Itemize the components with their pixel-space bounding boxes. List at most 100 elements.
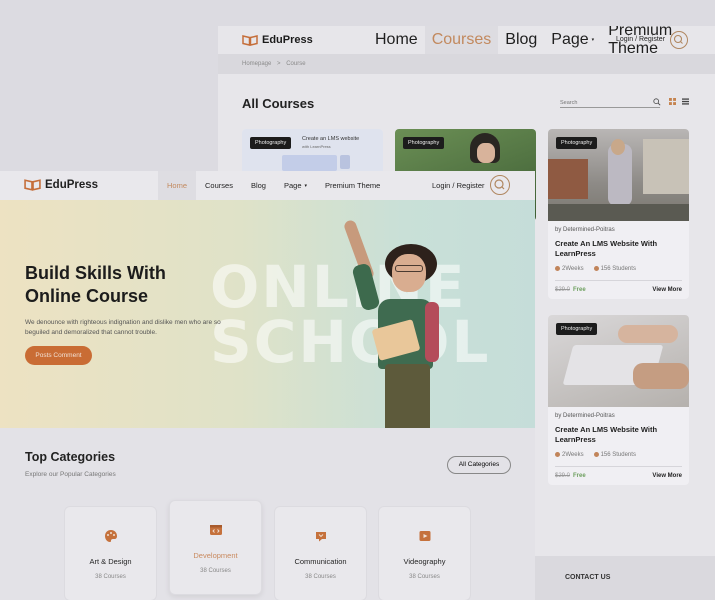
course-meta: 2Weeks 156 Students [555, 451, 682, 458]
course-title[interactable]: Create An LMS Website With LearnPress [555, 239, 682, 259]
hero-title-line: Online Course [25, 286, 149, 307]
hand-photo [633, 363, 689, 389]
nav-label: Blog [505, 31, 538, 48]
course-search-input[interactable] [560, 96, 660, 108]
open-book-icon [24, 179, 41, 191]
categories-subtitle: Explore our Popular Categories [25, 471, 116, 478]
back-nav-blog[interactable]: Blog [498, 26, 544, 54]
category-count: 38 Courses [200, 568, 231, 574]
video-icon [419, 531, 430, 541]
footer: CONTACT US [535, 556, 715, 600]
hand-photo [618, 325, 678, 343]
backpack-strap [425, 302, 439, 362]
category-card-communication[interactable]: Communication 38 Courses [274, 506, 367, 600]
student-icon [593, 265, 599, 271]
nav-label: Home [375, 31, 418, 48]
students-text: 156 Students [600, 265, 636, 272]
breadcrumb-separator: > [277, 61, 281, 67]
glasses [395, 265, 423, 272]
top-categories-section: Top Categories Explore our Popular Categ… [0, 428, 535, 600]
front-nav-blog[interactable]: Blog [242, 171, 275, 200]
palette-icon [104, 530, 117, 542]
course-footer: $29.0 Free View More [555, 465, 682, 479]
face [392, 254, 426, 292]
front-nav-page[interactable]: Page ▾ [275, 171, 316, 200]
front-header: EduPress Home Courses Blog Page ▾ Premium… [0, 171, 535, 200]
view-more-link[interactable]: View More [652, 287, 682, 293]
category-card-development[interactable]: Development 38 Courses [169, 500, 262, 595]
nav-label: Home [167, 181, 188, 190]
category-badge: Photography [556, 137, 598, 149]
pavement [548, 204, 689, 221]
building-photo [548, 159, 588, 199]
search-icon [494, 179, 505, 190]
back-nav-home[interactable]: Home [368, 26, 425, 54]
old-price: $29.0 [555, 472, 571, 479]
course-card[interactable]: Photography by Determined-Poitras Create… [548, 315, 689, 485]
back-nav-page[interactable]: Page ▾ [544, 26, 601, 54]
category-card-art-design[interactable]: Art & Design 38 Courses [64, 506, 157, 600]
list-view-icon[interactable] [682, 98, 689, 105]
category-card-videography[interactable]: Videography 38 Courses [378, 506, 471, 600]
brand-name: EduPress [262, 34, 313, 46]
posts-comment-button[interactable]: Posts Comment [25, 346, 92, 365]
all-categories-button[interactable]: All Categories [447, 456, 511, 474]
nav-label: Page [283, 181, 302, 190]
course-footer: $29.0 Free View More [555, 279, 682, 293]
chat-icon [315, 532, 326, 542]
front-nav-home[interactable]: Home [158, 171, 197, 200]
category-count: 38 Courses [409, 574, 440, 580]
hero-banner: ONLINE SCHOOL Build Skills With Online C… [0, 200, 535, 428]
search-icon[interactable] [653, 98, 661, 106]
front-nav: Home Courses Blog Page ▾ Premium Theme [158, 171, 389, 200]
grid-view-icon[interactable] [669, 98, 676, 105]
students-text: 156 Students [600, 451, 636, 458]
front-nav-premium[interactable]: Premium Theme [316, 171, 389, 200]
nav-label: Page [551, 31, 589, 48]
banner-title: Create an LMS website [302, 136, 360, 142]
breadcrumb: Homepage > Course [218, 54, 715, 74]
duration: 2Weeks [555, 265, 584, 272]
course-card-body: by Determined-Poitras Create An LMS Webs… [548, 221, 689, 299]
students: 156 Students [593, 265, 636, 272]
view-more-link[interactable]: View More [652, 473, 682, 479]
front-nav-courses[interactable]: Courses [196, 171, 242, 200]
course-author: by Determined-Poitras [555, 413, 615, 419]
duration-text: 2Weeks [562, 451, 584, 458]
home-page-window: EduPress Home Courses Blog Page ▾ Premium… [0, 171, 535, 600]
front-login-link[interactable]: Login / Register [432, 181, 485, 190]
person-photo [611, 139, 625, 155]
category-name: Communication [294, 557, 347, 566]
chevron-down-icon: ▾ [304, 182, 308, 189]
breadcrumb-home[interactable]: Homepage [242, 61, 271, 67]
student-icon [593, 451, 599, 457]
back-search-button[interactable] [670, 31, 688, 49]
search-icon [673, 34, 683, 44]
category-count: 38 Courses [305, 574, 336, 580]
sleeve [351, 262, 381, 312]
old-price: $29.0 [555, 286, 571, 293]
current-price: Free [573, 286, 586, 293]
hero-description: We denounce with righteous indignation a… [25, 319, 221, 337]
course-author: by Determined-Poitras [555, 227, 615, 233]
back-logo[interactable]: EduPress [242, 34, 313, 46]
back-nav-courses[interactable]: Courses [424, 26, 499, 54]
category-badge: Photography [556, 323, 598, 335]
brand-name: EduPress [45, 179, 99, 191]
illustration [282, 155, 337, 171]
course-card[interactable]: Photography by Determined-Poitras Create… [548, 129, 689, 299]
front-logo[interactable]: EduPress [24, 179, 98, 191]
current-price: Free [573, 472, 586, 479]
building-photo [643, 139, 689, 194]
nav-label: Courses [205, 181, 233, 190]
hero-title: Build Skills With Online Course [25, 262, 225, 309]
front-search-button[interactable] [490, 175, 510, 195]
clock-icon [555, 265, 560, 271]
duration: 2Weeks [555, 451, 584, 458]
category-name: Art & Design [89, 557, 132, 566]
code-icon [209, 525, 222, 535]
students: 156 Students [593, 451, 636, 458]
course-title[interactable]: Create An LMS Website With LearnPress [555, 425, 682, 445]
back-login-link[interactable]: Login / Register [616, 36, 665, 43]
page-title: All Courses [242, 96, 315, 111]
